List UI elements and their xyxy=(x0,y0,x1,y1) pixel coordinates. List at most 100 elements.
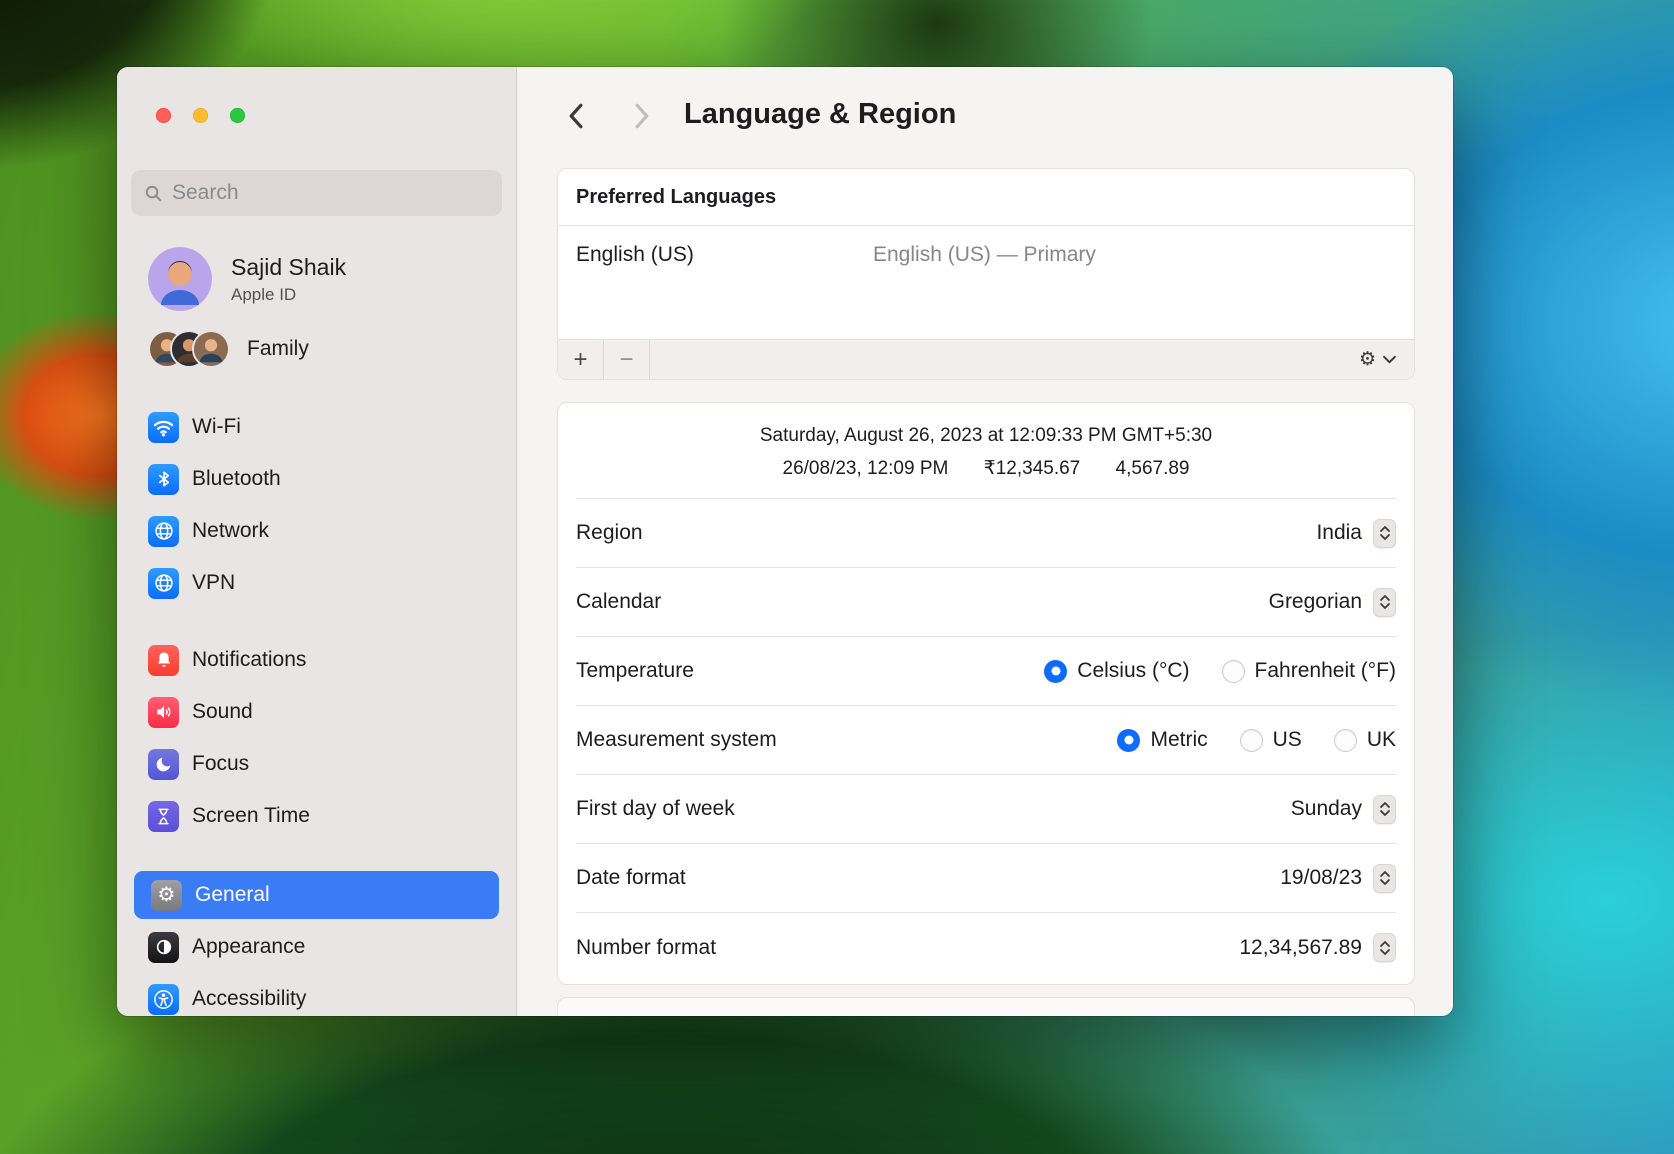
sidebar-group-system: ⚙ General Appearance Accessibility xyxy=(131,869,502,1016)
preview-datetime: 26/08/23, 12:09 PM xyxy=(783,458,949,479)
add-language-button[interactable]: + xyxy=(558,340,603,379)
close-window-button[interactable] xyxy=(156,108,171,123)
radio-label: UK xyxy=(1367,728,1396,752)
sidebar-item-label: General xyxy=(195,883,270,907)
row-label: Temperature xyxy=(576,659,694,683)
preferred-languages-title: Preferred Languages xyxy=(576,186,776,209)
remove-language-button[interactable]: − xyxy=(604,340,649,379)
search-field[interactable]: Search xyxy=(131,170,502,216)
setting-row-temperature: Temperature Celsius (°C) Fahrenheit (°F) xyxy=(576,637,1396,706)
speaker-icon xyxy=(148,697,179,728)
bluetooth-icon xyxy=(148,464,179,495)
sidebar-item-sound[interactable]: Sound xyxy=(131,686,502,738)
forward-button[interactable] xyxy=(627,100,657,132)
row-label: First day of week xyxy=(576,797,735,821)
region-stepper[interactable] xyxy=(1373,519,1396,548)
setting-row-number-format: Number format 12,34,567.89 xyxy=(576,913,1396,982)
calendar-stepper[interactable] xyxy=(1373,588,1396,617)
accessibility-icon xyxy=(148,984,179,1015)
setting-row-region: Region India xyxy=(576,499,1396,568)
apple-id-row[interactable]: Sajid Shaik Apple ID xyxy=(148,247,346,311)
region-settings-card: Saturday, August 26, 2023 at 12:09:33 PM… xyxy=(557,402,1415,985)
profile-name: Sajid Shaik xyxy=(231,254,346,281)
temperature-celsius-radio[interactable]: Celsius (°C) xyxy=(1044,659,1189,683)
measurement-uk-radio[interactable]: UK xyxy=(1334,728,1396,752)
radio-unselected-icon xyxy=(1240,729,1263,752)
gear-icon: ⚙ xyxy=(151,880,182,911)
language-options-button[interactable]: ⚙ xyxy=(1359,348,1396,371)
search-icon xyxy=(144,184,163,203)
setting-row-calendar: Calendar Gregorian xyxy=(576,568,1396,637)
sidebar-item-label: VPN xyxy=(192,571,235,595)
language-toolbar: + − ⚙ xyxy=(558,339,1414,379)
format-preview: Saturday, August 26, 2023 at 12:09:33 PM… xyxy=(576,403,1396,499)
sidebar-item-general[interactable]: ⚙ General xyxy=(134,871,499,919)
calendar-value: Gregorian xyxy=(1269,590,1362,614)
radio-unselected-icon xyxy=(1222,660,1245,683)
sidebar-item-label: Screen Time xyxy=(192,804,310,828)
family-label: Family xyxy=(247,337,309,361)
sidebar-item-accessibility[interactable]: Accessibility xyxy=(131,973,502,1016)
row-label: Region xyxy=(576,521,643,545)
language-detail: English (US) — Primary xyxy=(873,243,1096,267)
sidebar-item-screen-time[interactable]: Screen Time xyxy=(131,790,502,842)
sidebar-group-alerts: Notifications Sound Focus xyxy=(131,634,502,842)
number-format-value: 12,34,567.89 xyxy=(1239,936,1362,960)
row-label: Calendar xyxy=(576,590,661,614)
hourglass-icon xyxy=(148,801,179,832)
zoom-window-button[interactable] xyxy=(230,108,245,123)
temperature-fahrenheit-radio[interactable]: Fahrenheit (°F) xyxy=(1222,659,1396,683)
vpn-globe-icon xyxy=(148,568,179,599)
sidebar-item-bluetooth[interactable]: Bluetooth xyxy=(131,453,502,505)
sidebar: Search Sajid Shaik xyxy=(117,67,517,1016)
radio-label: Metric xyxy=(1150,728,1207,752)
row-label: Measurement system xyxy=(576,728,777,752)
gear-glyph: ⚙ xyxy=(158,885,176,905)
measurement-metric-radio[interactable]: Metric xyxy=(1117,728,1207,752)
sidebar-item-vpn[interactable]: VPN xyxy=(131,557,502,609)
options-gear-icon: ⚙ xyxy=(1359,348,1376,371)
sidebar-item-wifi[interactable]: Wi-Fi xyxy=(131,401,502,453)
minimize-window-button[interactable] xyxy=(193,108,208,123)
radio-label: Celsius (°C) xyxy=(1077,659,1189,683)
row-label: Date format xyxy=(576,866,686,890)
measurement-us-radio[interactable]: US xyxy=(1240,728,1302,752)
preferred-languages-header: Preferred Languages xyxy=(558,169,1414,226)
back-button[interactable] xyxy=(560,100,590,132)
sidebar-item-appearance[interactable]: Appearance xyxy=(131,921,502,973)
moon-icon xyxy=(148,749,179,780)
family-avatars xyxy=(148,330,230,368)
profile-subtitle: Apple ID xyxy=(231,285,346,305)
region-value: India xyxy=(1316,521,1362,545)
sidebar-item-label: Accessibility xyxy=(192,987,306,1011)
preview-number: 4,567.89 xyxy=(1116,458,1190,479)
sidebar-item-label: Wi-Fi xyxy=(192,415,241,439)
language-row[interactable]: English (US) English (US) — Primary xyxy=(558,226,1414,267)
sidebar-item-focus[interactable]: Focus xyxy=(131,738,502,790)
radio-unselected-icon xyxy=(1334,729,1357,752)
radio-selected-icon xyxy=(1044,660,1067,683)
preview-full-date: Saturday, August 26, 2023 at 12:09:33 PM… xyxy=(576,425,1396,447)
radio-selected-icon xyxy=(1117,729,1140,752)
toolbar-divider xyxy=(649,340,650,379)
first-day-value: Sunday xyxy=(1291,797,1362,821)
page-title: Language & Region xyxy=(684,98,956,131)
number-format-stepper[interactable] xyxy=(1373,933,1396,962)
radio-label: US xyxy=(1273,728,1302,752)
date-format-stepper[interactable] xyxy=(1373,864,1396,893)
sidebar-item-notifications[interactable]: Notifications xyxy=(131,634,502,686)
network-globe-icon xyxy=(148,516,179,547)
desktop-wallpaper: Search Sajid Shaik xyxy=(0,0,1674,1154)
setting-row-measurement: Measurement system Metric US UK xyxy=(576,706,1396,775)
system-settings-window: Search Sajid Shaik xyxy=(117,67,1453,1016)
first-day-stepper[interactable] xyxy=(1373,795,1396,824)
wifi-icon xyxy=(148,412,179,443)
sidebar-item-label: Sound xyxy=(192,700,253,724)
sidebar-item-label: Appearance xyxy=(192,935,305,959)
family-row[interactable]: Family xyxy=(148,330,309,368)
language-name: English (US) xyxy=(576,243,873,267)
sidebar-item-label: Bluetooth xyxy=(192,467,281,491)
date-format-value: 19/08/23 xyxy=(1280,866,1362,890)
sidebar-item-network[interactable]: Network xyxy=(131,505,502,557)
setting-row-date-format: Date format 19/08/23 xyxy=(576,844,1396,913)
